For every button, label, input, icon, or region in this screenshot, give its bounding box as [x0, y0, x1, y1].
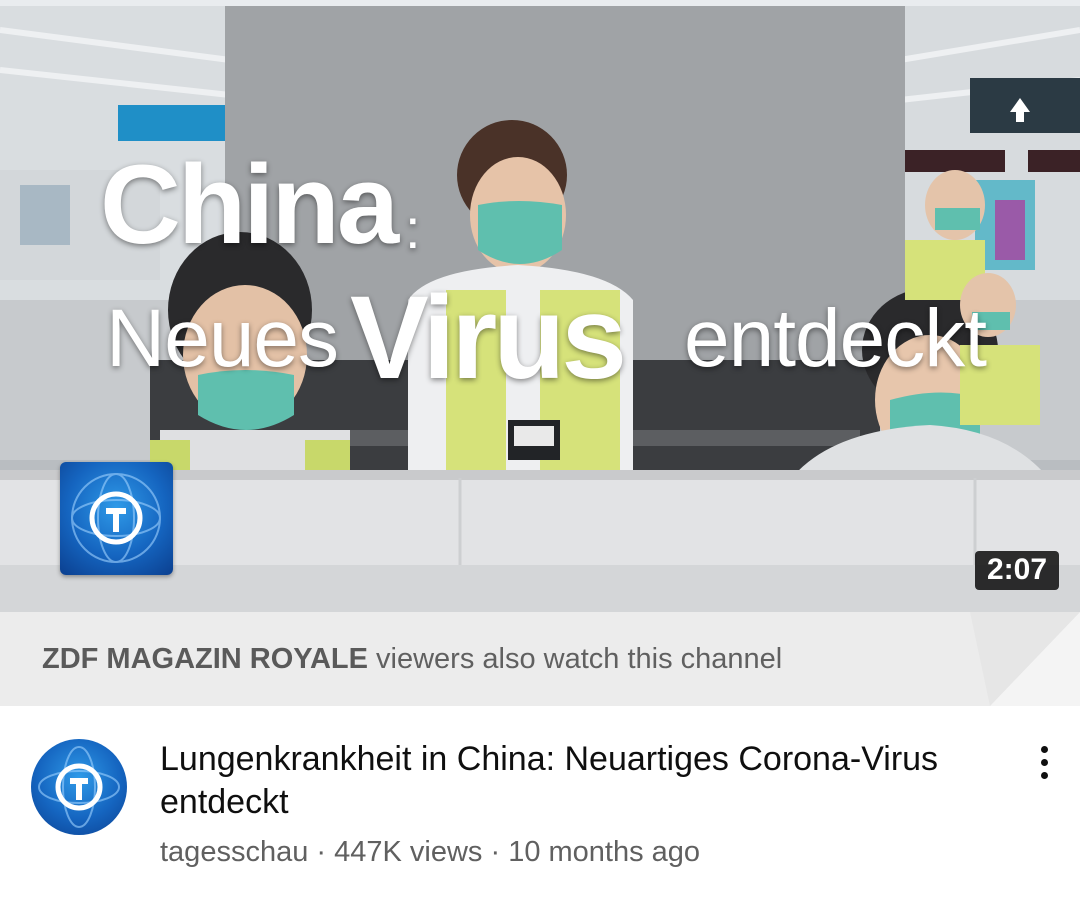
meta-separator: ·	[308, 836, 335, 868]
video-title[interactable]: Lungenkrankheit in China: Neuartiges Cor…	[160, 738, 960, 824]
menu-dot	[1040, 771, 1048, 779]
recommended-channel-name: ZDF MAGAZIN ROYALE	[42, 643, 368, 675]
recommendation-banner: ZDF MAGAZIN ROYALE viewers also watch th…	[0, 612, 1080, 706]
tagesschau-avatar-icon[interactable]	[31, 739, 127, 835]
channel-name[interactable]: tagesschau	[160, 836, 308, 868]
more-vertical-icon[interactable]	[1024, 742, 1064, 782]
video-metadata: tagesschau · 447K views · 10 months ago	[160, 836, 700, 869]
video-duration-badge: 2:07	[974, 551, 1059, 590]
upload-age: 10 months ago	[508, 836, 701, 868]
video-thumbnail[interactable]: China : Neues Virus entdeckt 2:07	[0, 0, 1080, 612]
recommendation-text: ZDF MAGAZIN ROYALE viewers also watch th…	[42, 643, 782, 676]
thumbnail-top-edge	[0, 0, 1080, 6]
view-count: 447K views	[334, 836, 483, 868]
meta-separator: ·	[482, 836, 509, 868]
tagesschau-logo-icon	[60, 462, 173, 575]
menu-dot	[1040, 758, 1048, 766]
menu-dot	[1040, 745, 1048, 753]
thumbnail-overlay-virus: Virus	[350, 272, 627, 404]
thumbnail-overlay-colon: :	[405, 197, 421, 260]
thumbnail-overlay-entdeckt: entdeckt	[684, 293, 987, 384]
thumbnail-overlay-china: China	[100, 142, 399, 267]
banner-decoration	[970, 612, 1080, 706]
thumbnail-overlay-neues: Neues	[106, 293, 339, 384]
recommendation-suffix: viewers also watch this channel	[367, 643, 783, 675]
